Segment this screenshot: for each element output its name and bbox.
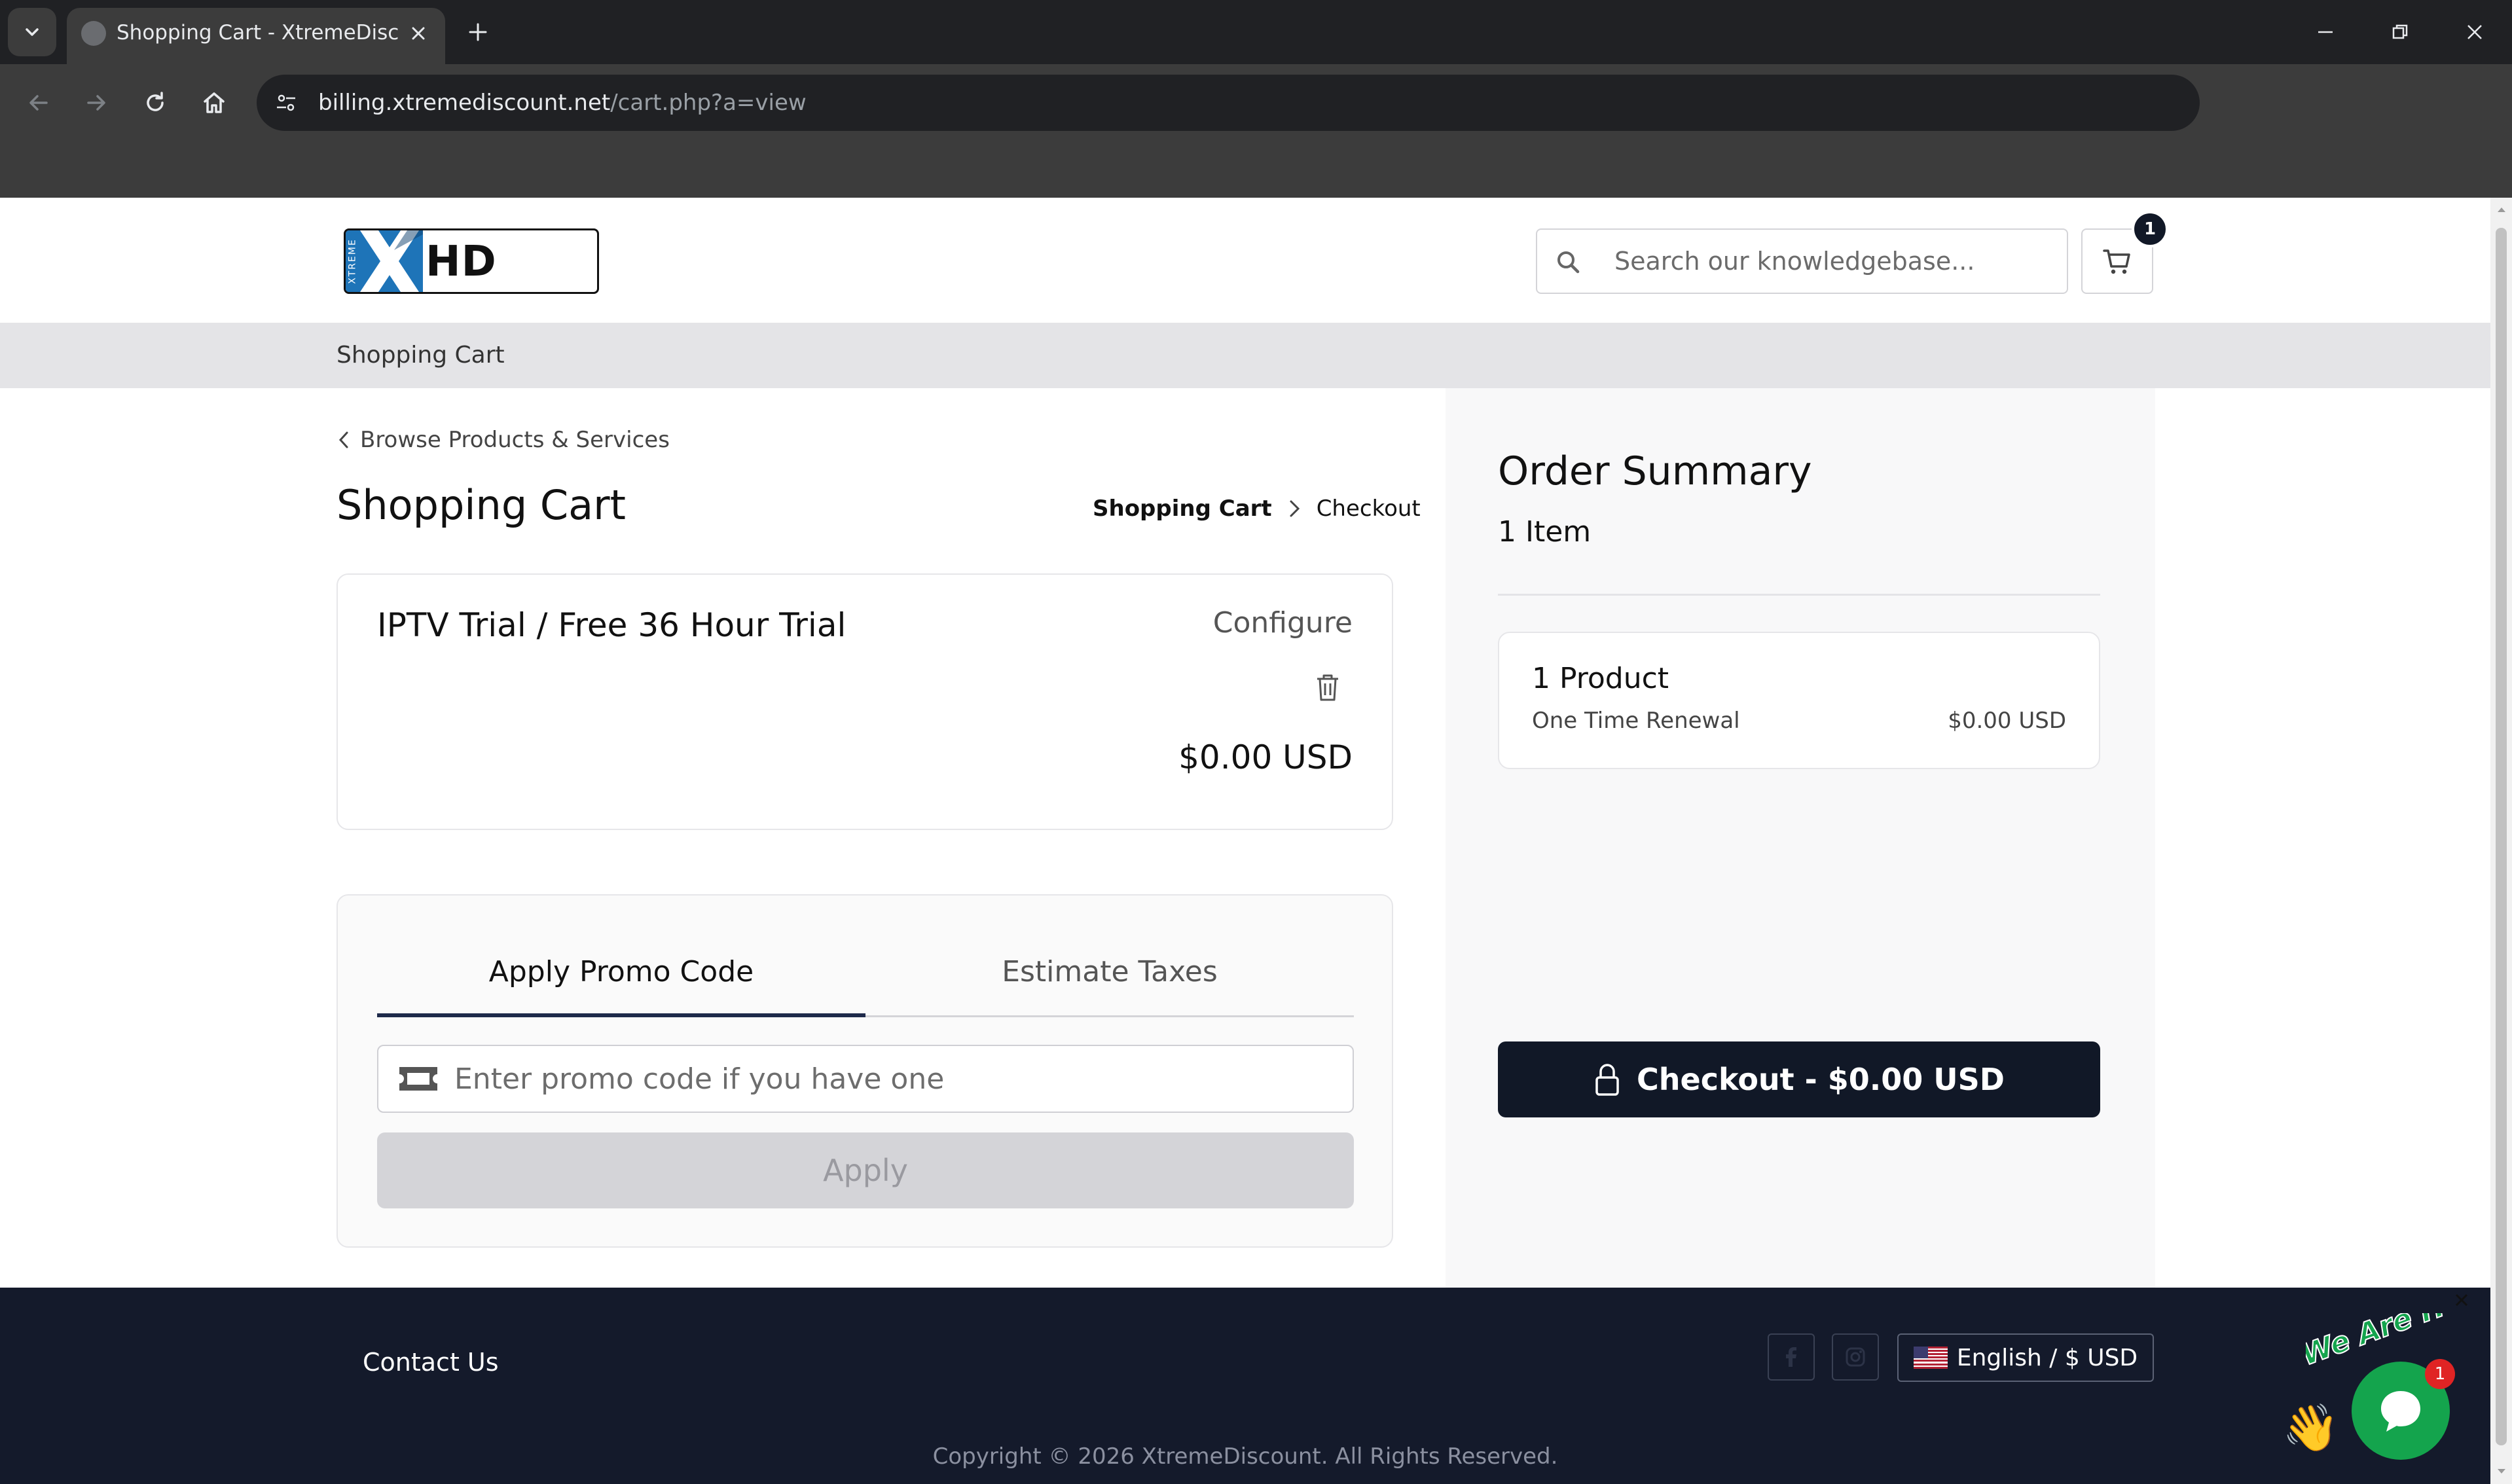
item-count: 1 Item [1498,515,1592,549]
order-summary: Order Summary 1 Item 1 Product One Time … [1446,388,2155,1288]
reload-icon [147,92,164,111]
url-path: /cart.php?a=view [610,90,807,116]
minimize-button[interactable] [2293,12,2358,52]
step-shopping-cart: Shopping Cart [1093,496,1272,522]
url-host: billing.xtremediscount.net [318,90,611,116]
ticket-icon [399,1067,437,1091]
chevron-down-icon [2497,1469,2505,1474]
chat-widget[interactable]: We Are Here! 👋 1 [2277,1287,2490,1483]
product-count: 1 Product [1532,662,1669,695]
scrollbar-thumb[interactable] [2496,228,2507,1445]
close-icon [412,27,425,40]
item-name: IPTV Trial / Free 36 Hour Trial [377,606,846,644]
browser-toolbar: billing.xtremediscount.net/cart.php?a=vi… [0,64,2512,198]
promo-tax-panel: Apply Promo Code Estimate Taxes Apply [337,894,1393,1248]
back-arrow-icon [29,95,48,111]
cart-icon [2103,249,2130,274]
wave-hand-icon: 👋 [2282,1401,2340,1455]
knowledgebase-search[interactable] [1536,228,2068,294]
tab-title: Shopping Cart - XtremeDiscount [117,21,398,45]
search-icon [1557,251,1580,274]
checkout-button[interactable]: Checkout - $0.00 USD [1498,1041,2100,1117]
tab-apply-promo-code[interactable]: Apply Promo Code [377,936,865,1017]
copyright: Copyright © 2026 XtremeDiscount. All Rig… [932,1443,1558,1470]
restore-button[interactable] [2367,12,2433,52]
instagram-icon [1846,1347,1865,1367]
chevron-right-icon [1290,500,1300,517]
promo-code-field[interactable] [377,1045,1354,1113]
logo-vertical-text: XTREME [348,238,358,284]
site-settings-button[interactable] [266,82,306,123]
divider [1498,594,2100,596]
minimize-icon [2318,31,2333,33]
tab-close-button[interactable] [403,18,433,48]
url-text: billing.xtremediscount.net/cart.php?a=vi… [318,75,807,131]
tab-estimate-taxes[interactable]: Estimate Taxes [865,936,1354,1015]
home-icon [204,92,225,113]
contact-us-link[interactable]: Contact Us [363,1348,499,1377]
chevron-left-icon [338,431,348,448]
apply-button[interactable]: Apply [377,1132,1354,1208]
browser-tab[interactable]: Shopping Cart - XtremeDiscount [67,8,445,64]
tab-search-icon [26,28,39,36]
reload-button[interactable] [131,79,179,127]
footer: Contact Us English / $ USD Copyright © 2… [0,1288,2490,1484]
page-content: XTREME HD IPTV 1 Shopping Cart Browse Pr… [0,198,2490,1484]
globe-icon [81,21,106,46]
browse-products-label: Browse Products & Services [360,427,670,453]
item-price: $0.00 USD [1178,738,1353,776]
search-input[interactable] [1614,230,2060,293]
scroll-down-arrow[interactable] [2496,1465,2507,1478]
restore-icon [2392,24,2408,39]
chat-notification-badge: 1 [2425,1359,2455,1389]
new-tab-button[interactable] [458,17,498,47]
language-currency-button[interactable]: English / $ USD [1897,1333,2154,1382]
logo-text: HD IPTV [426,238,497,286]
product-price: $0.00 USD [1948,708,2066,734]
close-icon [2467,25,2482,39]
home-button[interactable] [190,79,238,127]
facebook-icon [1786,1347,1796,1367]
facebook-button[interactable] [1768,1333,1815,1381]
step-checkout: Checkout [1316,496,1421,522]
instagram-button[interactable] [1832,1333,1879,1381]
us-flag-icon [1913,1347,1948,1369]
promo-tabs: Apply Promo Code Estimate Taxes [377,936,1354,1017]
forward-button[interactable] [72,79,120,127]
checkout-steps: Shopping Cart Checkout [1093,486,1421,532]
page-scrollbar[interactable] [2490,198,2512,1484]
cart-count-badge: 1 [2132,211,2168,247]
address-bar[interactable]: billing.xtremediscount.net/cart.php?a=vi… [257,75,2200,131]
checkout-label: Checkout - $0.00 USD [1637,1062,2005,1097]
breadcrumb: Shopping Cart [337,342,505,369]
tab-search-button[interactable] [8,8,56,56]
language-label: English / $ USD [1956,1344,2138,1371]
chat-close-button[interactable] [2448,1287,2475,1313]
cart-item: IPTV Trial / Free 36 Hour Trial Configur… [337,573,1393,830]
browse-products-link[interactable]: Browse Products & Services [337,420,670,460]
close-icon [2455,1294,2468,1307]
chevron-up-icon [2497,208,2505,212]
scroll-up-arrow[interactable] [2496,203,2507,216]
trash-icon[interactable] [1313,672,1342,703]
summary-product: 1 Product One Time Renewal $0.00 USD [1498,632,2100,769]
breadcrumb-bar: Shopping Cart [0,323,2490,388]
site-settings-icon [277,94,295,111]
forward-arrow-icon [87,95,105,111]
promo-code-input[interactable] [454,1046,1338,1112]
order-summary-title: Order Summary [1498,448,1812,494]
page-title: Shopping Cart [337,481,626,529]
back-button[interactable] [14,79,63,127]
browser-tab-bar: Shopping Cart - XtremeDiscount [0,0,2512,64]
window-close-button[interactable] [2442,12,2507,52]
plus-icon [469,23,487,41]
chat-icon [2381,1391,2420,1432]
configure-link[interactable]: Configure [1213,606,1353,640]
lock-icon [1595,1064,1619,1096]
site-logo[interactable]: XTREME HD IPTV [344,228,599,294]
product-billing-cycle: One Time Renewal [1532,708,1740,734]
